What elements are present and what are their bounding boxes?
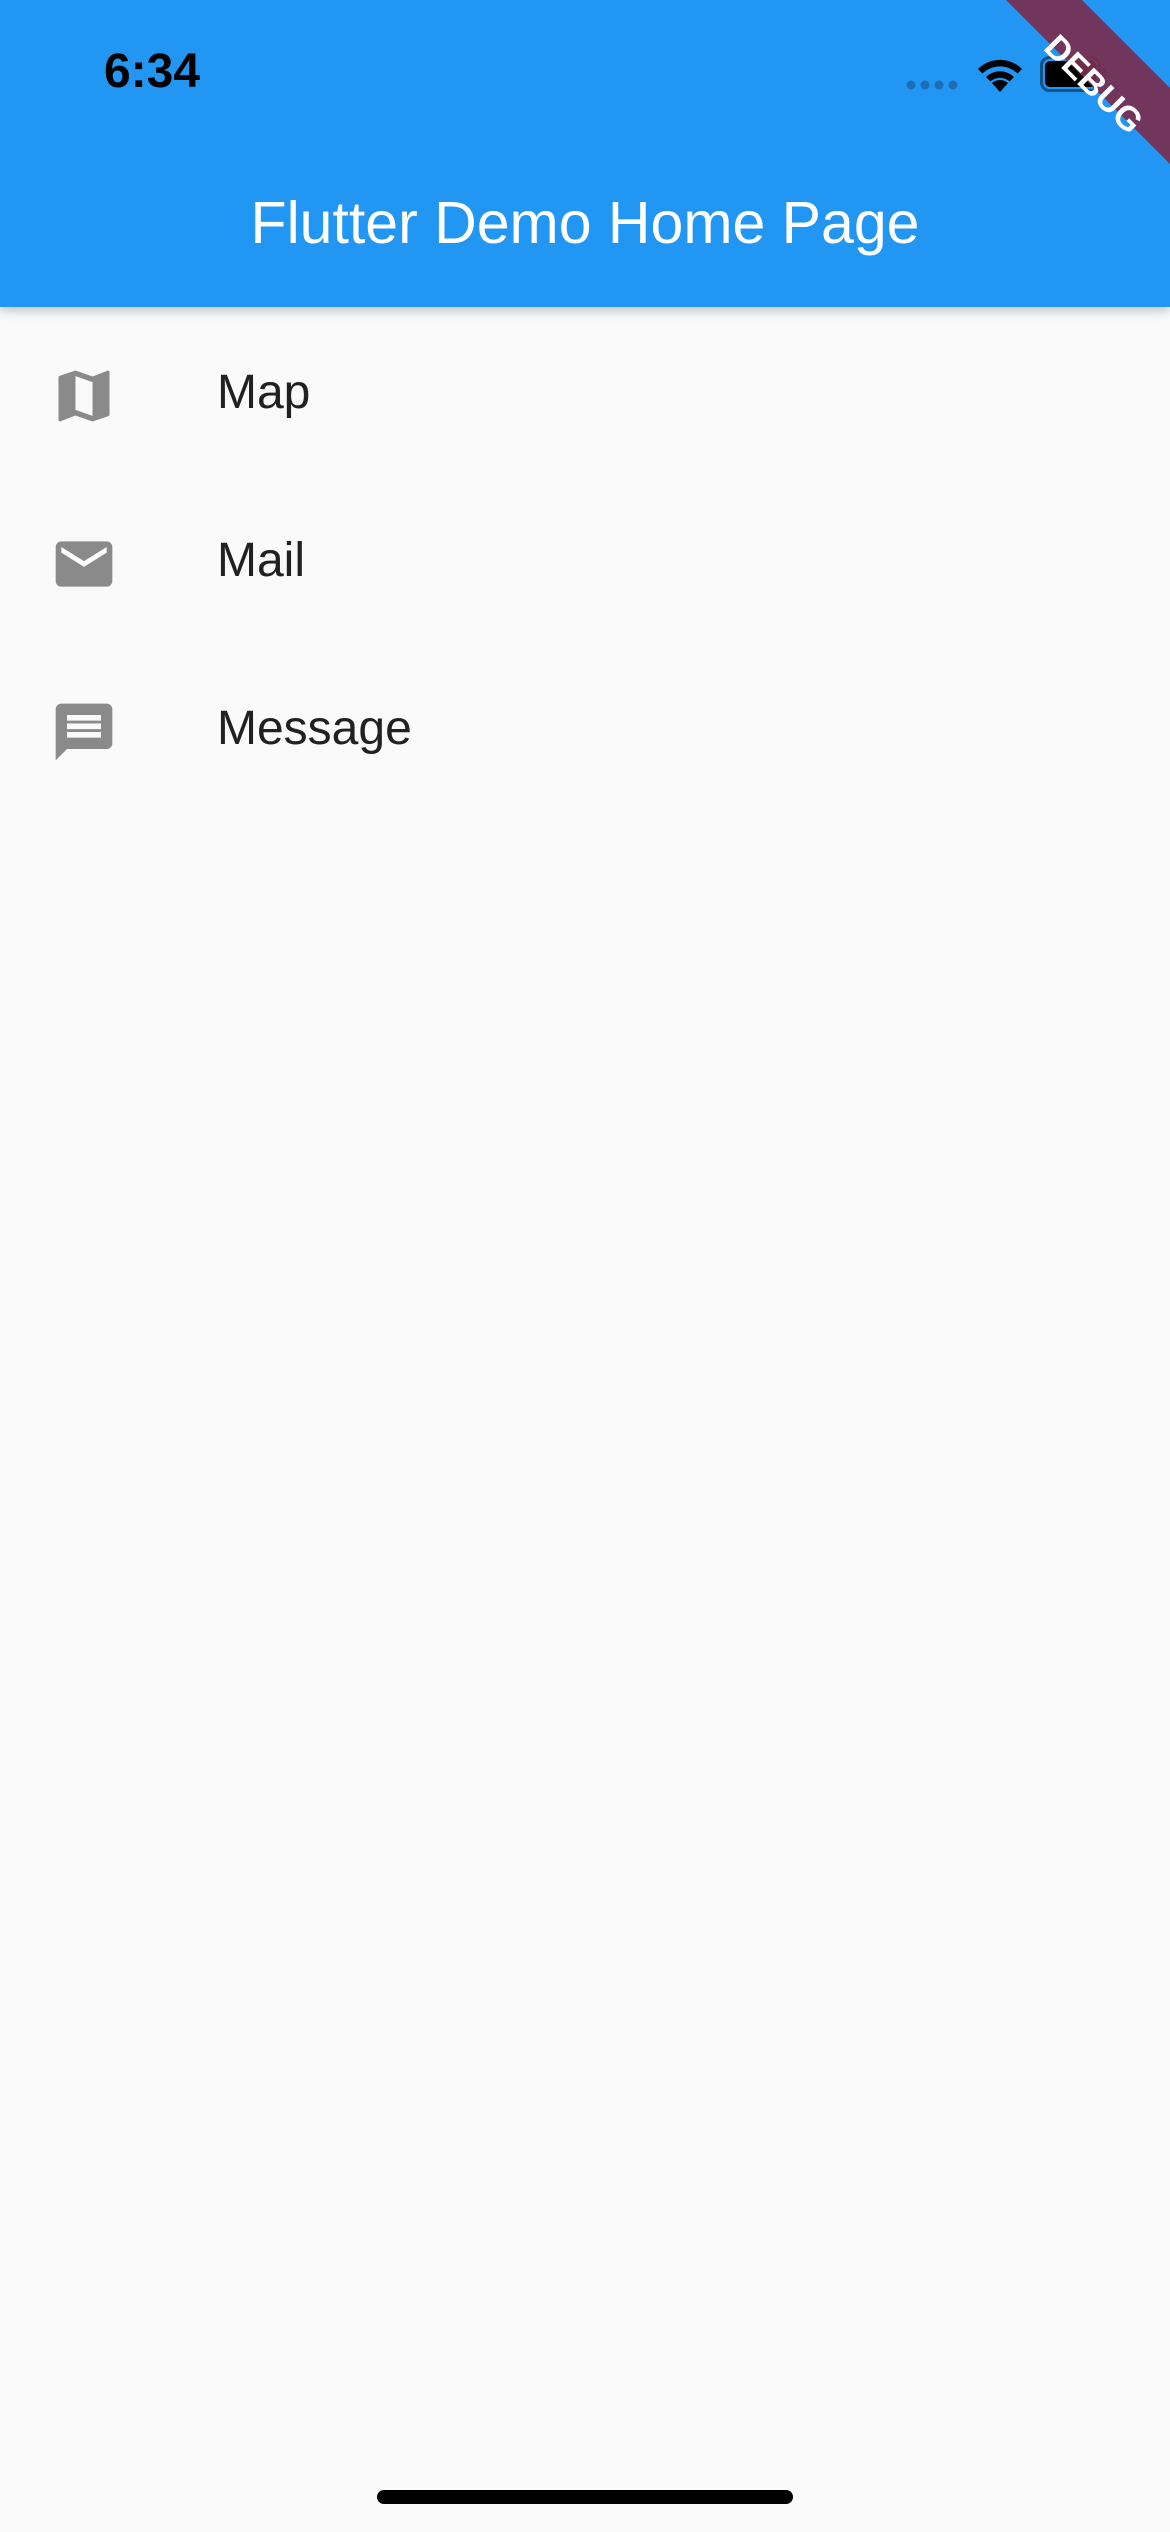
list-item-label: Mail bbox=[217, 534, 306, 587]
message-icon bbox=[55, 703, 113, 761]
battery-icon bbox=[1040, 56, 1107, 92]
list-item-label: Message bbox=[217, 702, 412, 755]
list-item-map[interactable]: Map bbox=[0, 310, 1170, 478]
list-item-mail[interactable]: Mail bbox=[0, 478, 1170, 646]
cellular-signal-icon bbox=[906, 80, 958, 90]
wifi-icon bbox=[978, 59, 1022, 92]
map-icon bbox=[58, 370, 110, 422]
status-time: 6:34 bbox=[104, 45, 201, 98]
list-item-message[interactable]: Message bbox=[0, 646, 1170, 814]
page-title: Flutter Demo Home Page bbox=[250, 190, 920, 256]
menu-list: Map Mail Message bbox=[0, 310, 1170, 814]
app-bar: 6:34 Flutter Demo Home Page bbox=[0, 0, 1170, 307]
list-item-label: Map bbox=[217, 366, 311, 419]
mail-icon bbox=[55, 541, 113, 587]
home-indicator[interactable] bbox=[377, 2490, 793, 2504]
status-bar: 6:34 bbox=[0, 0, 1170, 150]
